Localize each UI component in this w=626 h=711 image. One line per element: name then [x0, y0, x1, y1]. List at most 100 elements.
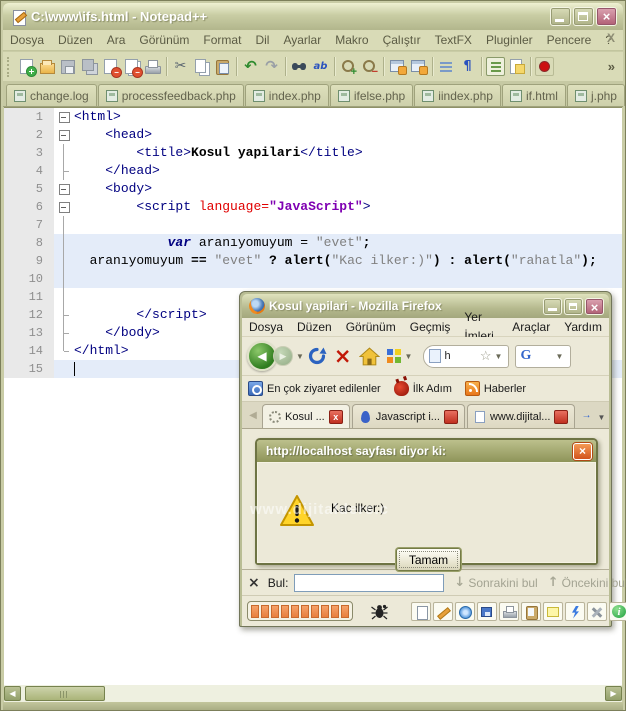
find-close-icon[interactable]: ×	[248, 576, 260, 590]
menu-item[interactable]: Format	[196, 30, 248, 51]
editor-tab[interactable]: index.php	[244, 84, 329, 106]
menu-item[interactable]: Dosya	[3, 30, 51, 51]
doc-map-icon[interactable]	[507, 57, 526, 76]
print-icon[interactable]	[143, 57, 162, 76]
fold-marker[interactable]	[54, 144, 74, 162]
fold-marker[interactable]	[54, 126, 74, 144]
fold-marker[interactable]	[54, 360, 74, 378]
alert-close-button[interactable]: ×	[573, 442, 592, 460]
tab-close-button[interactable]	[554, 409, 569, 424]
bookmark-item[interactable]: İlk Adım	[393, 381, 452, 396]
find-input[interactable]	[294, 573, 445, 592]
note-icon[interactable]	[543, 601, 563, 621]
new-file-icon[interactable]	[17, 57, 36, 76]
zoom-out-icon[interactable]	[360, 57, 379, 78]
menu-item[interactable]: Görünüm	[339, 318, 403, 337]
tab-close-button[interactable]	[443, 409, 458, 424]
forward-button[interactable]: ▶	[273, 346, 293, 366]
fold-marker[interactable]	[54, 324, 74, 342]
toolbar-overflow-chevron[interactable]: »	[608, 59, 615, 74]
fold-marker[interactable]	[54, 270, 74, 288]
scroll-right-button[interactable]: ▶	[605, 686, 622, 701]
menu-item[interactable]: Pluginler	[479, 30, 540, 51]
grid-dropdown-icon[interactable]: ▼	[405, 352, 413, 361]
menu-item[interactable]: Görünüm	[132, 30, 196, 51]
close-button[interactable]: ×	[585, 297, 604, 315]
sync-vertical-icon[interactable]	[388, 57, 407, 76]
editor-tab[interactable]: processfeedback.php	[97, 84, 244, 106]
search-engine-dropdown-icon[interactable]: ▼	[556, 352, 564, 361]
menu-item[interactable]: Düzen	[51, 30, 100, 51]
paste-icon[interactable]	[213, 57, 232, 76]
print-icon[interactable]	[499, 601, 519, 621]
bookmark-item[interactable]: Haberler	[464, 381, 526, 396]
find-icon[interactable]	[290, 57, 309, 76]
tab-scroll-left-icon[interactable]: ◀	[244, 405, 262, 427]
doc-switcher-icon[interactable]	[486, 57, 505, 76]
reload-icon[interactable]	[307, 346, 327, 366]
maximize-button[interactable]	[573, 7, 594, 26]
fold-marker[interactable]	[54, 180, 74, 198]
close-file-icon[interactable]	[101, 57, 121, 77]
home-icon[interactable]	[358, 346, 380, 366]
toolbar-grip[interactable]	[7, 56, 12, 77]
menu-item[interactable]: TextFX	[428, 30, 479, 51]
scroll-left-button[interactable]: ◀	[4, 686, 21, 701]
editor-tab[interactable]: change.log	[6, 84, 97, 106]
save-icon[interactable]	[59, 57, 78, 76]
browser-tab[interactable]: Javascript i...	[351, 404, 465, 428]
search-box[interactable]: G ▼	[515, 344, 572, 368]
tab-close-button[interactable]: x	[328, 409, 343, 424]
cut-icon[interactable]: ✂	[171, 57, 190, 76]
replace-icon[interactable]: ab	[311, 57, 330, 76]
close-document-button[interactable]: X	[607, 31, 615, 45]
url-text[interactable]: h	[444, 350, 479, 362]
show-symbols-icon[interactable]: ¶	[458, 57, 477, 76]
bookmark-item[interactable]: En çok ziyaret edilenler	[248, 381, 381, 396]
find-next-button[interactable]: Sonrakini bul	[468, 576, 537, 590]
record-macro-icon[interactable]	[535, 57, 554, 76]
sync-horizontal-icon[interactable]	[409, 57, 428, 76]
menu-item[interactable]: Araçlar	[505, 318, 557, 337]
fold-marker[interactable]	[54, 288, 74, 306]
extension-grid-icon[interactable]	[386, 348, 402, 364]
menu-item[interactable]: Ara	[100, 30, 133, 51]
close-button[interactable]: ×	[596, 7, 617, 26]
maximize-button[interactable]	[564, 297, 583, 315]
browser-tab[interactable]: Kosul ... x	[262, 404, 350, 428]
tab-scroll-right-icon[interactable]: →	[577, 405, 595, 427]
fold-marker[interactable]	[54, 342, 74, 360]
fold-marker[interactable]	[54, 306, 74, 324]
new-page-icon[interactable]	[411, 601, 431, 621]
editor-tab[interactable]: j.php	[566, 84, 625, 106]
minimize-button[interactable]	[550, 7, 571, 26]
fold-marker[interactable]	[54, 234, 74, 252]
lightning-icon[interactable]	[565, 601, 585, 621]
find-next-arrow-icon[interactable]: ↓	[454, 576, 465, 589]
editor-tab[interactable]: ifelse.php	[329, 84, 414, 106]
word-wrap-icon[interactable]	[437, 57, 456, 76]
fold-marker[interactable]	[54, 198, 74, 216]
menu-item[interactable]: Düzen	[290, 318, 339, 337]
copy-icon[interactable]	[192, 57, 211, 76]
location-bar[interactable]: h ☆ ▼	[423, 344, 510, 368]
save-all-icon[interactable]	[80, 57, 99, 76]
ok-button[interactable]: Tamam	[396, 548, 461, 571]
globe-icon[interactable]	[455, 601, 475, 621]
url-dropdown-icon[interactable]: ▼	[495, 352, 503, 361]
stop-icon[interactable]: ×	[334, 345, 352, 367]
firefox-titlebar[interactable]: Kosul yapilari - Mozilla Firefox ×	[242, 294, 609, 318]
find-prev-button[interactable]: Öncekini bul	[562, 576, 626, 590]
menu-item[interactable]: Dosya	[242, 318, 290, 337]
history-dropdown-icon[interactable]: ▼	[296, 352, 304, 361]
scrollbar-thumb[interactable]	[25, 686, 105, 701]
save-icon[interactable]	[477, 601, 497, 621]
notepadpp-titlebar[interactable]: C:\www\ifs.html - Notepad++ ×	[3, 3, 623, 30]
find-prev-arrow-icon[interactable]: ↑	[548, 576, 559, 589]
menu-item[interactable]: Dil	[248, 30, 276, 51]
alert-dialog-titlebar[interactable]: http://localhost sayfası diyor ki: ×	[257, 440, 596, 462]
redo-icon[interactable]: ↷	[262, 57, 281, 76]
bookmark-star-icon[interactable]: ☆	[480, 348, 492, 364]
undo-icon[interactable]: ↶	[241, 57, 260, 76]
menu-item[interactable]: Geçmiş	[403, 318, 458, 337]
